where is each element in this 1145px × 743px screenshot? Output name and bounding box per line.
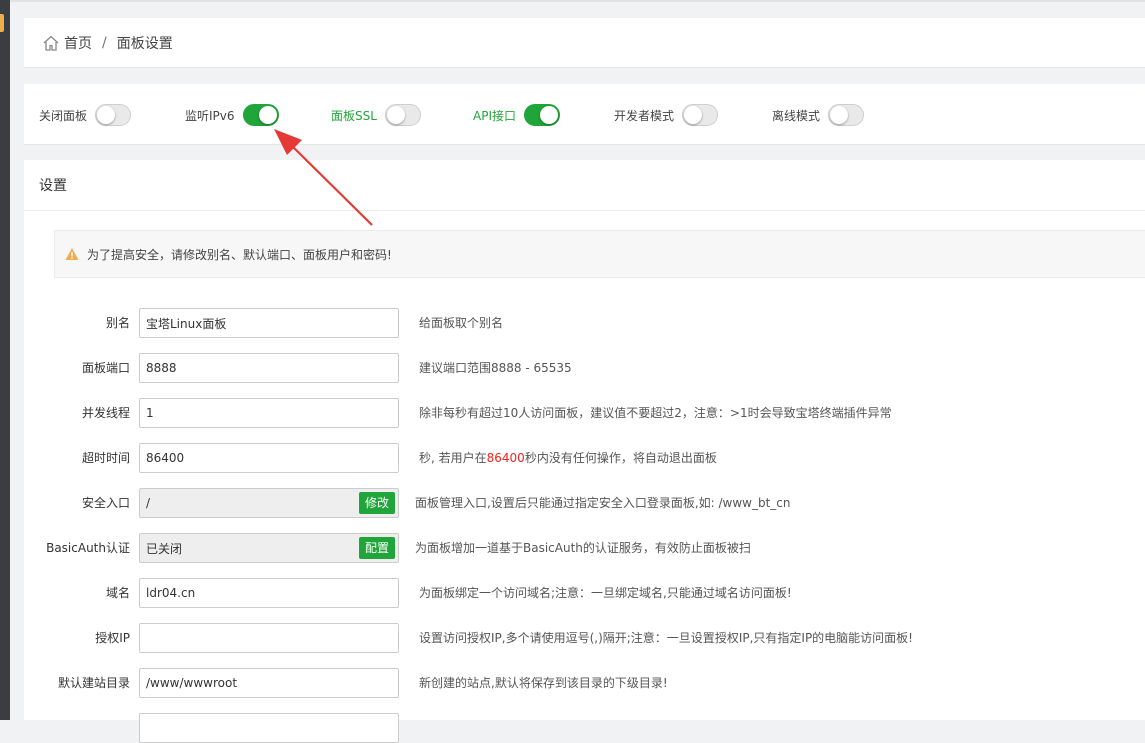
- alias-label: 别名: [105, 316, 130, 330]
- security-warning: 为了提高安全，请修改别名、默认端口、面板用户和密码!: [54, 230, 1145, 278]
- row-basicauth: BasicAuth认证 配置 为面板增加一道基于BasicAuth的认证服务，有…: [24, 533, 1145, 563]
- switch-label: 面板SSL: [331, 108, 377, 123]
- timeout-help-value: 86400: [486, 451, 525, 465]
- close-panel-toggle[interactable]: [95, 104, 132, 126]
- switch-api: API接口: [473, 104, 560, 126]
- basicauth-label: BasicAuth认证: [46, 541, 130, 555]
- warning-text: 为了提高安全，请修改别名、默认端口、面板用户和密码!: [87, 247, 392, 262]
- switch-panel-ssl: 面板SSL: [331, 104, 421, 126]
- configure-basicauth-button[interactable]: 配置: [359, 537, 396, 559]
- warning-icon: [65, 248, 79, 260]
- toggle-knob: [97, 106, 116, 124]
- toggle-knob: [684, 106, 703, 124]
- domain-label: 域名: [105, 586, 130, 600]
- offline-mode-toggle[interactable]: [828, 104, 865, 126]
- feature-switch-bar: 关闭面板 监听IPv6 面板SSL API接口 开发者模式 离线模式: [24, 84, 1145, 145]
- row-authorized-ip: 授权IP 设置访问授权IP,多个请使用逗号(,)隔开;注意：一旦设置授权IP,只…: [24, 623, 1145, 653]
- toggle-knob: [540, 106, 558, 124]
- alias-help: 给面板取个别名: [419, 316, 504, 330]
- breadcrumb-home[interactable]: 首页: [64, 33, 92, 53]
- timeout-help: 秒, 若用户在86400秒内没有任何操作，将自动退出面板: [419, 443, 717, 473]
- home-icon[interactable]: [42, 34, 60, 52]
- threads-input[interactable]: [139, 398, 399, 428]
- settings-title: 设置: [24, 160, 1145, 211]
- timeout-help-suffix: 秒内没有任何操作，将自动退出面板: [524, 451, 717, 465]
- row-domain: 域名 为面板绑定一个访问域名;注意：一旦绑定域名,只能通过域名访问面板!: [24, 578, 1145, 608]
- switch-close-panel: 关闭面板: [39, 104, 132, 126]
- developer-mode-toggle[interactable]: [682, 104, 719, 126]
- port-label: 面板端口: [81, 361, 130, 375]
- switch-developer-mode: 开发者模式: [614, 104, 719, 126]
- basicauth-help: 为面板增加一道基于BasicAuth的认证服务，有效防止面板被扫: [415, 541, 751, 555]
- entry-help: 面板管理入口,设置后只能通过指定安全入口登录面板,如: /www_bt_cn: [415, 496, 791, 510]
- authip-input[interactable]: [139, 623, 399, 653]
- switch-label: 开发者模式: [614, 108, 675, 123]
- port-input[interactable]: [139, 353, 399, 383]
- toggle-knob: [258, 106, 277, 124]
- row-site-root: 默认建站目录 新创建的站点,默认将保存到该目录的下级目录!: [24, 668, 1145, 698]
- modify-entry-button[interactable]: 修改: [359, 492, 396, 514]
- toggle-knob: [386, 106, 405, 124]
- row-threads: 并发线程 除非每秒有超过10人访问面板，建议值不要超过2，注意：>1时会导致宝塔…: [24, 398, 1145, 428]
- siteroot-input[interactable]: [139, 668, 399, 698]
- switch-offline-mode: 离线模式: [772, 104, 865, 126]
- ipv6-toggle[interactable]: [242, 104, 279, 126]
- port-help: 建议端口范围8888 - 65535: [419, 361, 572, 375]
- api-toggle[interactable]: [524, 104, 560, 126]
- top-edge: [10, 0, 1145, 2]
- authip-help: 设置访问授权IP,多个请使用逗号(,)隔开;注意：一旦设置授权IP,只有指定IP…: [419, 631, 913, 645]
- sidebar-active-indicator: [0, 14, 4, 32]
- switch-label: API接口: [473, 108, 516, 123]
- timeout-label: 超时时间: [81, 451, 130, 465]
- row-timeout: 超时时间 秒, 若用户在86400秒内没有任何操作，将自动退出面板: [24, 443, 1145, 473]
- breadcrumb-current: 面板设置: [116, 35, 173, 52]
- breadcrumb: 首页 / 面板设置: [24, 18, 1145, 68]
- siteroot-help: 新创建的站点,默认将保存到该目录的下级目录!: [419, 676, 668, 690]
- switch-label: 监听IPv6: [185, 108, 235, 123]
- row-port: 面板端口 建议端口范围8888 - 65535: [24, 353, 1145, 383]
- breadcrumb-separator: /: [102, 34, 107, 51]
- toggle-knob: [830, 106, 849, 124]
- settings-panel: 设置 为了提高安全，请修改别名、默认端口、面板用户和密码! 别名 给面板取个别名…: [24, 160, 1145, 743]
- row-next-partial: [24, 713, 1145, 743]
- row-alias: 别名 给面板取个别名: [24, 308, 1145, 338]
- siteroot-label: 默认建站目录: [57, 676, 130, 690]
- timeout-help-prefix: 秒, 若用户在: [419, 451, 487, 465]
- panel-ssl-toggle[interactable]: [384, 104, 421, 126]
- app-sidebar-edge: [0, 0, 10, 720]
- threads-label: 并发线程: [81, 406, 130, 420]
- switch-label: 关闭面板: [39, 108, 88, 123]
- next-input[interactable]: [139, 713, 399, 743]
- alias-input[interactable]: [139, 308, 399, 338]
- domain-help: 为面板绑定一个访问域名;注意：一旦绑定域名,只能通过域名访问面板!: [419, 586, 792, 600]
- row-security-entry: 安全入口 修改 面板管理入口,设置后只能通过指定安全入口登录面板,如: /www…: [24, 488, 1145, 518]
- timeout-input[interactable]: [139, 443, 399, 473]
- authip-label: 授权IP: [95, 631, 130, 645]
- domain-input[interactable]: [139, 578, 399, 608]
- entry-label: 安全入口: [81, 496, 130, 510]
- threads-help: 除非每秒有超过10人访问面板，建议值不要超过2，注意：>1时会导致宝塔终端插件异…: [419, 406, 892, 420]
- switch-label: 离线模式: [772, 108, 821, 123]
- switch-ipv6: 监听IPv6: [185, 104, 279, 126]
